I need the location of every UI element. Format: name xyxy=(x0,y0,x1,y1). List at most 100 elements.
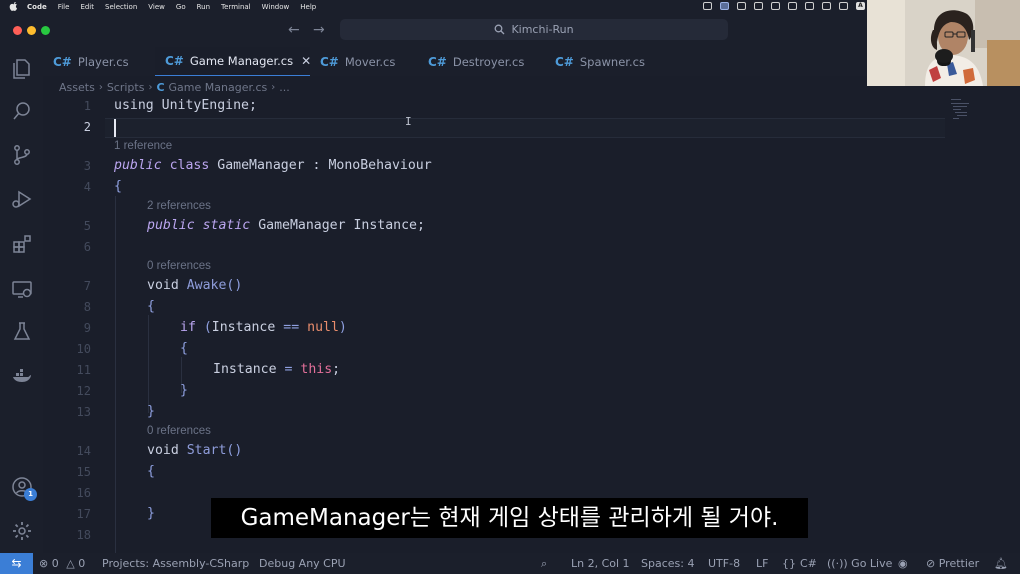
video-subtitle: GameManager는 현재 게임 상태를 관리하게 될 거야. xyxy=(211,498,808,538)
code-editor[interactable]: 1 2 3 4 5 6 7 8 9 10 11 12 13 14 15 16 1… xyxy=(43,97,1020,553)
line-number: 4 xyxy=(83,180,91,194)
menu-terminal[interactable]: Terminal xyxy=(221,3,251,11)
breadcrumb-file[interactable]: Game Manager.cs xyxy=(169,81,268,94)
volume-icon[interactable] xyxy=(822,2,831,10)
status-bar: ⇆ ⊗ 0 △ 0 Projects: Assembly-CSharp Debu… xyxy=(0,553,1020,574)
presenter-video xyxy=(867,0,1020,86)
search-icon[interactable] xyxy=(10,99,34,123)
braces-icon[interactable]: {} xyxy=(782,553,796,574)
line-number: 10 xyxy=(76,342,91,356)
line-number: 3 xyxy=(83,159,91,173)
clock-icon[interactable] xyxy=(754,2,763,10)
language-mode[interactable]: C# xyxy=(800,553,817,574)
code-line-12: } xyxy=(180,383,188,398)
tab-label: Game Manager.cs xyxy=(189,54,294,68)
battery-icon[interactable] xyxy=(839,2,848,10)
remote-explorer-icon[interactable] xyxy=(10,277,34,301)
error-icon: ⊗ xyxy=(39,557,49,570)
tab-label: Spawner.cs xyxy=(579,54,645,69)
tab-mover[interactable]: C# Mover.cs xyxy=(310,47,418,76)
code-line-14: void Start() xyxy=(147,443,243,458)
encoding-setting[interactable]: UTF-8 xyxy=(708,553,740,574)
menu-selection[interactable]: Selection xyxy=(105,3,137,11)
menu-code[interactable]: Code xyxy=(27,3,47,11)
screen-record-icon[interactable] xyxy=(703,2,712,10)
run-debug-icon[interactable] xyxy=(10,187,34,211)
line-number: 18 xyxy=(76,528,91,542)
breadcrumb-assets[interactable]: Assets xyxy=(59,81,95,94)
bluetooth-icon[interactable] xyxy=(805,2,814,10)
tab-label: Player.cs xyxy=(77,54,129,69)
copilot-icon[interactable]: ◉ xyxy=(898,553,908,574)
line-number: 14 xyxy=(76,444,91,458)
problems-indicator[interactable]: ⊗ 0 △ 0 xyxy=(39,553,85,574)
zoom-icon[interactable]: ⌕ xyxy=(541,553,547,574)
codelens-references[interactable]: 0 references xyxy=(147,425,211,437)
code-line-11: Instance = this; xyxy=(213,362,341,377)
breadcrumb: Assets › Scripts › C Game Manager.cs › .… xyxy=(59,80,290,95)
tab-game-manager[interactable]: C# Game Manager.cs ✕ xyxy=(155,47,311,76)
menu-run[interactable]: Run xyxy=(197,3,210,11)
gear-icon[interactable] xyxy=(10,519,34,543)
csharp-file-icon: C# xyxy=(320,54,339,69)
codelens-references[interactable]: 1 reference xyxy=(114,140,172,152)
menubar-tray: A xyxy=(703,2,865,10)
close-window-button[interactable] xyxy=(13,26,22,35)
line-number: 12 xyxy=(76,384,91,398)
account-badge: 1 xyxy=(24,488,37,501)
tab-label: Destroyer.cs xyxy=(452,54,525,69)
tab-player[interactable]: C# Player.cs xyxy=(43,47,155,76)
csharp-file-icon: C# xyxy=(165,54,184,68)
display-icon[interactable] xyxy=(720,2,729,10)
apple-icon[interactable] xyxy=(9,2,19,11)
explorer-icon[interactable] xyxy=(10,57,34,81)
arrow-right-icon[interactable]: → xyxy=(313,22,325,38)
prettier-button[interactable]: ⊘ Prettier xyxy=(926,553,979,574)
code-line-10: { xyxy=(180,341,188,356)
breadcrumb-scripts[interactable]: Scripts xyxy=(107,81,145,94)
minimize-window-button[interactable] xyxy=(27,26,36,35)
source-control-icon[interactable] xyxy=(10,143,34,167)
tab-spawner[interactable]: C# Spawner.cs xyxy=(545,47,665,76)
menu-go[interactable]: Go xyxy=(176,3,186,11)
docker-icon[interactable] xyxy=(10,365,34,389)
zoom-window-button[interactable] xyxy=(41,26,50,35)
guitar-icon[interactable] xyxy=(771,2,780,10)
csharp-file-icon: C# xyxy=(555,54,574,69)
search-icon xyxy=(494,24,505,35)
minimap[interactable] xyxy=(949,97,979,127)
menu-file[interactable]: File xyxy=(58,3,70,11)
current-line-highlight xyxy=(105,118,945,138)
extensions-icon[interactable] xyxy=(10,232,34,256)
breadcrumb-symbols[interactable]: ... xyxy=(279,81,290,94)
indentation-setting[interactable]: Spaces: 4 xyxy=(641,553,694,574)
line-number: 1 xyxy=(83,99,91,113)
warning-icon: △ xyxy=(66,557,75,570)
code-line-17: } xyxy=(147,506,155,521)
tab-destroyer[interactable]: C# Destroyer.cs xyxy=(418,47,545,76)
line-number: 5 xyxy=(83,219,91,233)
menu-view[interactable]: View xyxy=(148,3,165,11)
codelens-references[interactable]: 2 references xyxy=(147,200,211,212)
projects-indicator[interactable]: Projects: Assembly-CSharp xyxy=(102,553,249,574)
line-number: 11 xyxy=(76,363,91,377)
prettier-label: Prettier xyxy=(938,557,980,570)
check-circle-icon: ⊘ xyxy=(926,557,936,570)
remote-indicator-button[interactable]: ⇆ xyxy=(0,553,33,574)
command-center-search[interactable]: Kimchi-Run xyxy=(340,19,728,40)
menu-help[interactable]: Help xyxy=(300,3,316,11)
menu-window[interactable]: Window xyxy=(262,3,290,11)
testing-flask-icon[interactable] xyxy=(10,320,34,344)
bell-icon[interactable]: 🔔︎ xyxy=(994,553,1008,574)
cast-icon[interactable] xyxy=(737,2,746,10)
go-live-button[interactable]: ((·)) Go Live xyxy=(827,553,892,574)
eol-setting[interactable]: LF xyxy=(756,553,768,574)
arrow-left-icon[interactable]: ← xyxy=(288,22,300,38)
menu-edit[interactable]: Edit xyxy=(80,3,94,11)
code-line-13: } xyxy=(147,404,155,419)
codelens-references[interactable]: 0 references xyxy=(147,260,211,272)
input-source-icon[interactable]: A xyxy=(856,2,865,10)
cursor-position[interactable]: Ln 2, Col 1 xyxy=(571,553,630,574)
debug-config-indicator[interactable]: Debug Any CPU xyxy=(259,553,346,574)
hearing-icon[interactable] xyxy=(788,2,797,10)
